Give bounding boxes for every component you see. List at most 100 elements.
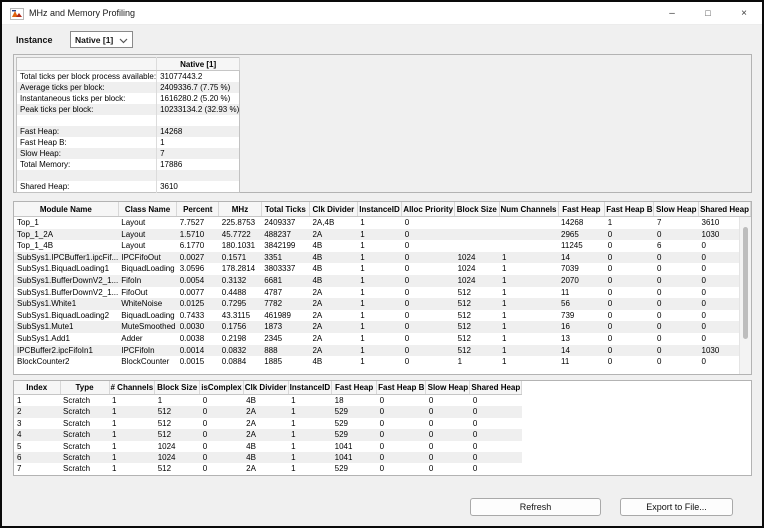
table-cell[interactable]: 18 <box>332 395 377 407</box>
table-cell[interactable]: 512 <box>455 310 499 322</box>
table-cell[interactable]: 1 <box>288 406 331 417</box>
table-cell[interactable]: 4B <box>309 240 357 252</box>
table-cell[interactable]: 1 <box>357 252 402 264</box>
table-cell[interactable]: 0 <box>605 321 654 333</box>
table-cell[interactable]: 0 <box>377 463 426 474</box>
table-cell[interactable]: 0 <box>377 429 426 440</box>
table-cell[interactable]: 1 <box>109 441 155 452</box>
table-cell[interactable]: 0 <box>377 418 426 429</box>
table-cell[interactable]: 2A <box>243 463 288 474</box>
table-cell[interactable]: 0 <box>402 217 455 229</box>
table-cell[interactable]: 1041 <box>332 452 377 463</box>
table-cell[interactable]: Layout <box>118 240 176 252</box>
table-cell[interactable]: 0 <box>200 441 243 452</box>
table-cell[interactable]: 0 <box>470 406 522 417</box>
table-cell[interactable]: 0 <box>402 333 455 345</box>
table-cell[interactable]: 6.1770 <box>177 240 219 252</box>
vertical-scrollbar[interactable] <box>739 217 751 374</box>
table-cell[interactable]: 1.5710 <box>177 229 219 241</box>
table-cell[interactable]: 0 <box>402 356 455 368</box>
table-cell[interactable]: Scratch <box>60 418 109 429</box>
table-cell[interactable]: 888 <box>261 345 309 357</box>
export-to-file-button[interactable]: Export to File... <box>620 498 733 516</box>
table-cell[interactable]: 0 <box>200 395 243 407</box>
table-cell[interactable]: 1 <box>288 395 331 407</box>
table-cell[interactable]: 0 <box>470 418 522 429</box>
table-cell[interactable]: 512 <box>455 333 499 345</box>
table-cell[interactable]: IPCBuffer2.ipcFifoIn1 <box>14 345 118 357</box>
table-cell[interactable]: 0 <box>377 441 426 452</box>
table-cell[interactable]: 1041 <box>332 441 377 452</box>
table-cell[interactable]: 7782 <box>261 298 309 310</box>
table-cell[interactable]: Scratch <box>60 463 109 474</box>
table-cell[interactable]: 0 <box>426 441 470 452</box>
table-cell[interactable]: 11 <box>558 356 605 368</box>
table-cell[interactable]: 0 <box>200 463 243 474</box>
table-cell[interactable]: 0 <box>605 263 654 275</box>
table-cell[interactable]: 1 <box>605 217 654 229</box>
table-cell[interactable]: Layout <box>118 217 176 229</box>
table-cell[interactable]: 0 <box>654 252 699 264</box>
table-cell[interactable]: 529 <box>332 406 377 417</box>
table-cell[interactable]: 14268 <box>558 217 605 229</box>
table-cell[interactable]: 2A <box>243 406 288 417</box>
close-button-icon[interactable]: × <box>726 2 762 24</box>
table-cell[interactable]: SubSys1.Add1 <box>14 333 118 345</box>
table-cell[interactable]: 0 <box>402 263 455 275</box>
maximize-button-icon[interactable]: □ <box>690 2 726 24</box>
table-cell[interactable]: 1024 <box>455 252 499 264</box>
table-cell[interactable]: 1024 <box>455 275 499 287</box>
table-cell[interactable]: 512 <box>455 345 499 357</box>
table-row[interactable]: 5Scratch1102404B11041000 <box>14 441 522 452</box>
table-cell[interactable]: 1 <box>357 229 402 241</box>
table-cell[interactable]: 512 <box>155 463 200 474</box>
table-cell[interactable]: 0 <box>654 275 699 287</box>
table-cell[interactable]: 0 <box>426 429 470 440</box>
table-cell[interactable]: FifoOut <box>118 287 176 299</box>
table-cell[interactable]: 45.7722 <box>219 229 261 241</box>
table-cell[interactable]: 0 <box>402 240 455 252</box>
table-cell[interactable]: 0 <box>470 463 522 474</box>
scrollbar-thumb[interactable] <box>743 227 748 339</box>
table-cell[interactable]: 3.0596 <box>177 263 219 275</box>
table-cell[interactable]: 0.0125 <box>177 298 219 310</box>
table-cell[interactable]: MuteSmoothed <box>118 321 176 333</box>
table-cell[interactable]: 0 <box>654 345 699 357</box>
table-cell[interactable]: BlockCounter <box>118 356 176 368</box>
table-cell[interactable]: 0 <box>200 452 243 463</box>
table-cell[interactable]: 0 <box>605 333 654 345</box>
table-cell[interactable]: 6681 <box>261 275 309 287</box>
table-cell[interactable]: 488237 <box>261 229 309 241</box>
table-cell[interactable]: 461989 <box>261 310 309 322</box>
table-cell[interactable]: 1 <box>499 321 558 333</box>
table-cell[interactable]: 13 <box>558 333 605 345</box>
table-cell[interactable]: 3842199 <box>261 240 309 252</box>
table-cell[interactable]: 3803337 <box>261 263 309 275</box>
table-cell[interactable]: 0 <box>402 345 455 357</box>
table-cell[interactable]: 1 <box>499 298 558 310</box>
table-cell[interactable]: 1885 <box>261 356 309 368</box>
table-cell[interactable]: 529 <box>332 429 377 440</box>
table-cell[interactable]: 16 <box>558 321 605 333</box>
table-cell[interactable]: 2A <box>309 333 357 345</box>
table-cell[interactable]: 0.0014 <box>177 345 219 357</box>
table-cell[interactable]: 7.7527 <box>177 217 219 229</box>
table-cell[interactable]: 2A <box>309 298 357 310</box>
table-cell[interactable]: 6 <box>14 452 60 463</box>
table-row[interactable]: 7Scratch151202A1529000 <box>14 463 522 474</box>
table-cell[interactable]: 0 <box>654 356 699 368</box>
table-cell[interactable]: Top_1 <box>14 217 118 229</box>
table-cell[interactable]: 0.7295 <box>219 298 261 310</box>
table-cell[interactable]: SubSys1.White1 <box>14 298 118 310</box>
table-cell[interactable]: FifoIn <box>118 275 176 287</box>
table-cell[interactable]: 1024 <box>455 263 499 275</box>
table-row[interactable]: Top_1_4BLayout6.1770180.103138421994B101… <box>14 240 751 252</box>
table-cell[interactable]: 0 <box>654 310 699 322</box>
table-cell[interactable]: Top_1_2A <box>14 229 118 241</box>
table-row[interactable]: SubSys1.Add1Adder0.00380.219823452A10512… <box>14 333 751 345</box>
table-cell[interactable]: 1 <box>357 333 402 345</box>
table-cell[interactable]: 739 <box>558 310 605 322</box>
table-cell[interactable]: 11 <box>558 287 605 299</box>
table-cell[interactable]: SubSys1.Mute1 <box>14 321 118 333</box>
table-row[interactable]: 3Scratch151202A1529000 <box>14 418 522 429</box>
